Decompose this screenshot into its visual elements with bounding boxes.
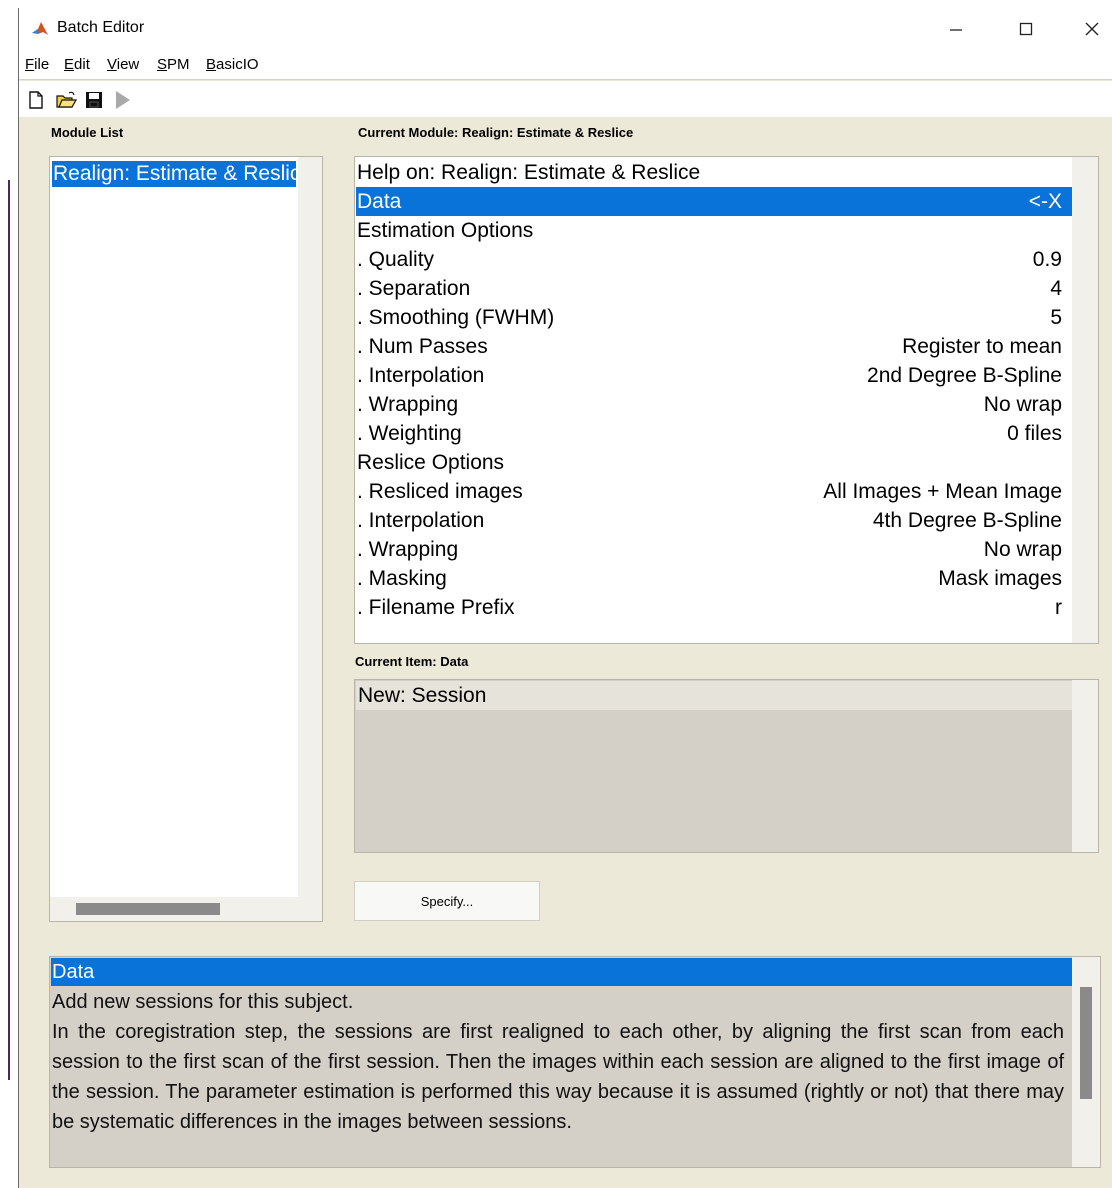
row-value: 4 [1050, 277, 1062, 300]
row-value: 5 [1050, 306, 1062, 329]
row-label: Estimation Options [357, 219, 534, 242]
row-label: . Quality [357, 248, 435, 271]
window-title: Batch Editor [57, 19, 145, 36]
help-paragraph: In the coregistration step, the sessions… [52, 1021, 1064, 1133]
module-row-resliced-images[interactable]: . Resliced images All Images + Mean Imag… [356, 477, 1072, 506]
module-row-estimation-options[interactable]: Estimation Options [356, 216, 1072, 245]
module-list-item[interactable]: Realign: Estimate & Reslice [52, 161, 296, 187]
menu-basicio[interactable]: BasicIO [206, 56, 259, 73]
module-row-help[interactable]: Help on: Realign: Estimate & Reslice [356, 158, 1072, 187]
row-value: 0.9 [1032, 248, 1062, 271]
maximize-button[interactable] [1003, 12, 1049, 46]
module-list-label: Module List [51, 125, 124, 140]
module-row-smoothing[interactable]: . Smoothing (FWHM) 5 [356, 303, 1072, 332]
row-label: Help on: Realign: Estimate & Reslice [357, 161, 701, 184]
module-tree-vertical-scrollbar[interactable] [1072, 157, 1098, 643]
item-list-vertical-scrollbar[interactable] [1072, 680, 1098, 852]
help-text: Add new sessions for this subject. In th… [52, 987, 1064, 1137]
row-value: All Images + Mean Image [823, 480, 1062, 503]
current-module-list[interactable]: Help on: Realign: Estimate & Reslice Dat… [354, 156, 1099, 644]
help-panel[interactable]: Data Add new sessions for this subject. … [49, 956, 1101, 1168]
specify-button[interactable]: Specify... [354, 881, 540, 921]
module-row-masking[interactable]: . Masking Mask images [356, 564, 1072, 593]
menu-view[interactable]: View [107, 56, 139, 73]
run-icon[interactable] [111, 89, 133, 111]
row-label: . Masking [357, 567, 447, 590]
row-label: . Separation [357, 277, 471, 300]
help-line: Add new sessions for this subject. [52, 991, 354, 1013]
menu-file[interactable]: File [25, 56, 49, 73]
row-value: No wrap [983, 393, 1062, 416]
help-scroll-thumb[interactable] [1080, 987, 1092, 1099]
row-value: <-X [1028, 190, 1062, 213]
minimize-button[interactable] [933, 12, 979, 46]
module-row-weighting[interactable]: . Weighting 0 files [356, 419, 1072, 448]
save-icon[interactable] [83, 89, 105, 111]
module-row-interpolation[interactable]: . Interpolation 2nd Degree B-Spline [356, 361, 1072, 390]
row-label: Reslice Options [357, 451, 505, 474]
row-label: . Weighting [357, 422, 462, 445]
row-value: No wrap [983, 538, 1062, 561]
module-list-vertical-scrollbar[interactable] [298, 157, 322, 897]
row-label: . Wrapping [357, 393, 459, 416]
current-item-label: Current Item: Data [355, 654, 469, 669]
row-value: 0 files [1007, 422, 1062, 445]
row-value: 4th Degree B-Spline [872, 509, 1062, 532]
row-label: . Wrapping [357, 538, 459, 561]
row-label: . Interpolation [357, 509, 485, 532]
module-row-reslice-interpolation[interactable]: . Interpolation 4th Degree B-Spline [356, 506, 1072, 535]
module-row-reslice-wrapping[interactable]: . Wrapping No wrap [356, 535, 1072, 564]
matlab-icon [31, 20, 49, 38]
help-title: Data [51, 958, 1073, 986]
menu-edit[interactable]: Edit [64, 56, 90, 73]
title-bar: Batch Editor [19, 8, 1112, 50]
row-label: . Filename Prefix [357, 596, 515, 619]
module-row-wrapping[interactable]: . Wrapping No wrap [356, 390, 1072, 419]
row-value: Mask images [938, 567, 1062, 590]
row-label: Data [357, 190, 402, 213]
toolbar [19, 81, 1112, 117]
row-value: Register to mean [902, 335, 1062, 358]
row-value: 2nd Degree B-Spline [867, 364, 1062, 387]
row-label: . Resliced images [357, 480, 523, 503]
screen: Batch Editor File Edit View SPM BasicIO [0, 0, 1112, 1188]
module-row-separation[interactable]: . Separation 4 [356, 274, 1072, 303]
new-icon[interactable] [25, 89, 47, 111]
current-item-list[interactable]: New: Session [354, 679, 1099, 853]
close-button[interactable] [1069, 12, 1112, 46]
module-row-num-passes[interactable]: . Num Passes Register to mean [356, 332, 1072, 361]
background-window-edge [0, 180, 10, 1080]
current-module-label: Current Module: Realign: Estimate & Resl… [358, 125, 634, 140]
row-label: . Num Passes [357, 335, 488, 358]
module-list-scroll-thumb[interactable] [76, 903, 220, 915]
module-row-filename-prefix[interactable]: . Filename Prefix r [356, 593, 1072, 622]
menu-bar: File Edit View SPM BasicIO [19, 50, 1112, 80]
item-new-session[interactable]: New: Session [356, 681, 1072, 710]
row-value: r [1055, 596, 1062, 619]
menu-spm[interactable]: SPM [157, 56, 190, 73]
module-list[interactable]: Realign: Estimate & Reslice [49, 156, 323, 922]
open-icon[interactable] [55, 89, 77, 111]
batch-editor-window: Batch Editor File Edit View SPM BasicIO [18, 8, 1112, 1188]
module-row-quality[interactable]: . Quality 0.9 [356, 245, 1072, 274]
row-label: . Smoothing (FWHM) [357, 306, 555, 329]
module-row-data[interactable]: Data <-X [356, 187, 1072, 216]
row-label: . Interpolation [357, 364, 485, 387]
module-row-reslice-options[interactable]: Reslice Options [356, 448, 1072, 477]
